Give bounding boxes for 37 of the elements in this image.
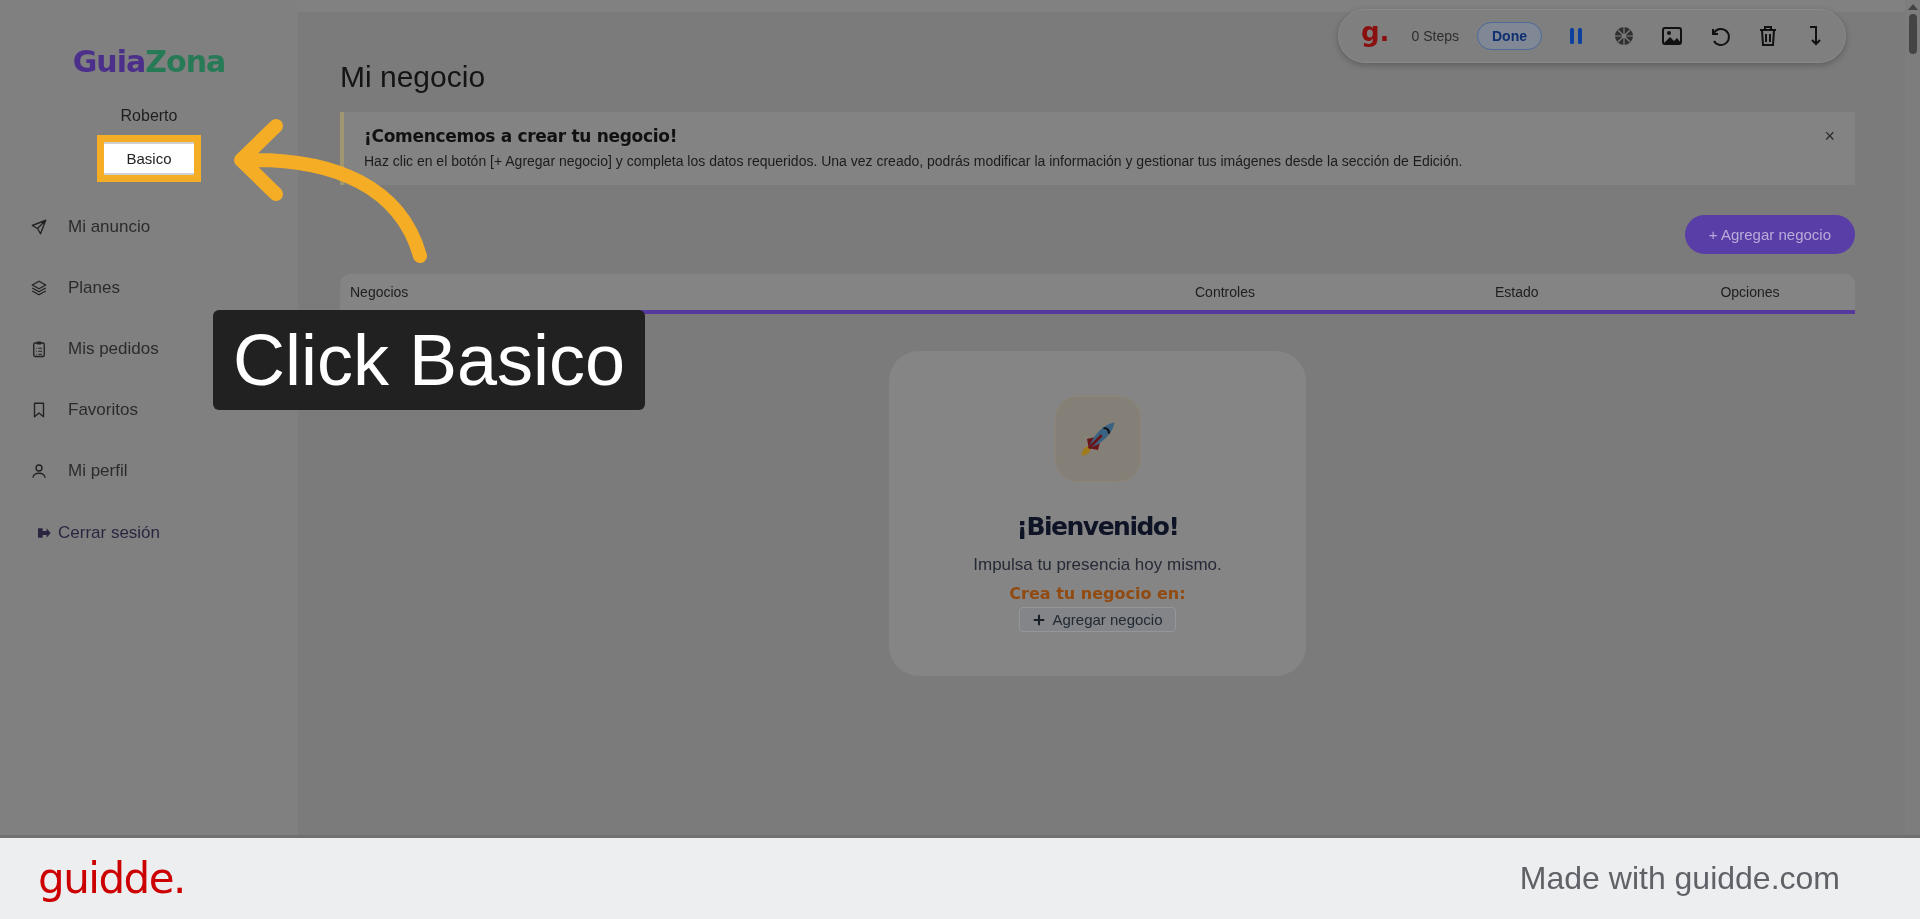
banner-text: Haz clic en el botón [+ Agregar negocio] y completa los datos requeridos. Una vez creado, podrás modificar la información y gestionar tus imágenes desde la sección de Edición. <box>364 153 1464 169</box>
close-button[interactable]: × <box>1824 126 1835 147</box>
scrollbar-thumb[interactable] <box>1908 14 1917 54</box>
welcome-prompt: Crea tu negocio en: <box>1009 584 1186 603</box>
column-header: Controles <box>1195 284 1256 300</box>
nav-item[interactable]: Favoritos <box>30 379 138 440</box>
logout-icon <box>36 525 52 541</box>
page-title: Mi negocio <box>340 60 487 94</box>
layers-icon <box>30 278 48 297</box>
brand-logo: guidde. <box>38 854 185 903</box>
nav-item[interactable]: Mis pedidos <box>30 318 159 379</box>
column-header: Negocios <box>350 284 410 300</box>
clipboard-icon <box>30 339 48 358</box>
add-business-button[interactable]: Agregar negocio <box>1019 607 1176 632</box>
plus-icon <box>1032 612 1047 627</box>
welcome-subtitle: Impulsa tu presencia hoy mismo. <box>973 555 1222 575</box>
user-icon <box>30 461 48 480</box>
banner-title: ¡Comencemos a crear tu negocio! <box>364 126 679 147</box>
image-icon[interactable] <box>1660 24 1684 48</box>
nav-item[interactable]: Mi anuncio <box>30 196 151 257</box>
user-name: Roberto <box>120 107 178 125</box>
callout-tooltip: Click Basico <box>213 310 646 410</box>
nav-item[interactable]: Planes <box>30 257 120 318</box>
logout-link[interactable]: Cerrar sesión <box>0 523 298 543</box>
paper-plane-icon <box>30 217 48 236</box>
logo: GuiaZona <box>72 44 226 79</box>
nav-item[interactable]: Mi perfil <box>30 440 128 501</box>
credit-text: Made with guidde.com <box>1519 860 1840 897</box>
recorder-logo: g. <box>1361 17 1390 47</box>
blur-icon[interactable] <box>1612 24 1636 48</box>
add-business-button[interactable]: + Agregar negocio <box>1684 215 1855 254</box>
done-button[interactable]: Done <box>1477 22 1542 50</box>
column-header: Estado <box>1495 284 1540 300</box>
plan-button[interactable]: Basico <box>104 142 194 175</box>
column-header: Opciones <box>1719 284 1781 300</box>
steps-count: 0 Steps <box>1411 28 1459 44</box>
welcome-title: ¡Bienvenido! <box>1016 512 1179 541</box>
